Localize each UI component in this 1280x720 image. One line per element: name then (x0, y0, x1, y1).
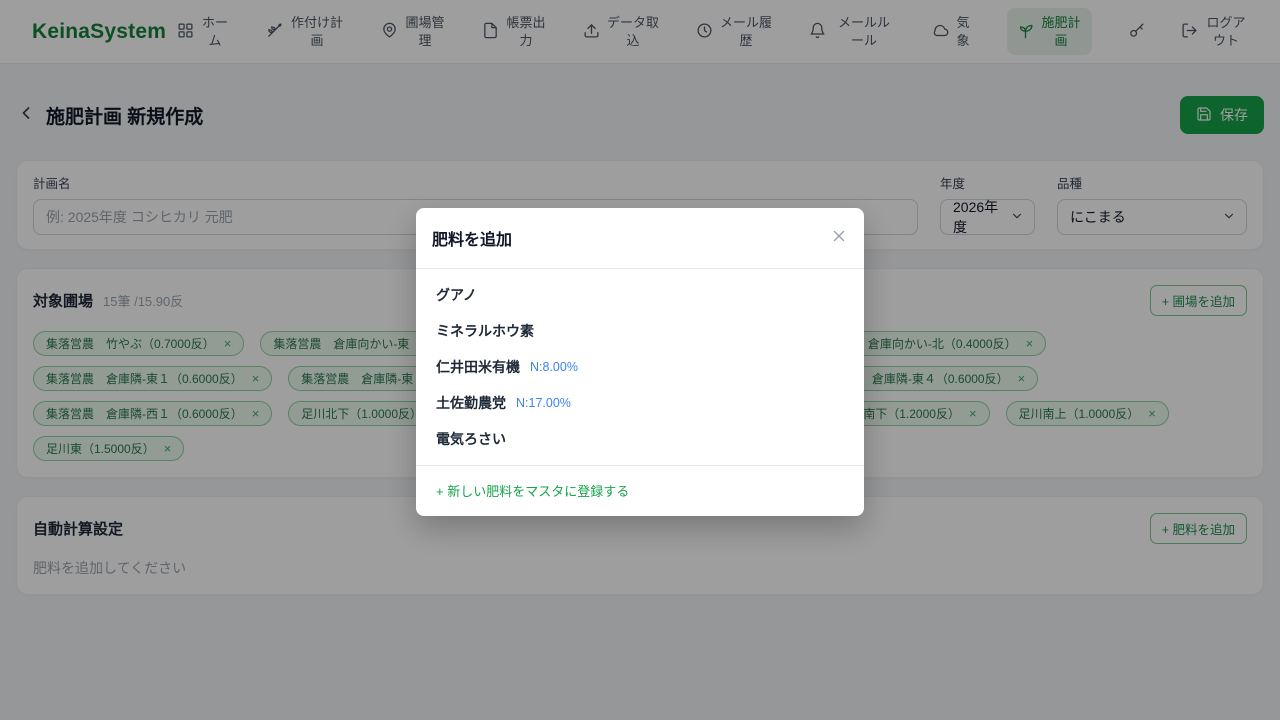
fertilizer-item[interactable]: 電気ろさい (416, 421, 864, 457)
fertilizer-n-value: N:17.00% (516, 396, 571, 410)
fertilizer-list: グアノ ミネラルホウ素 仁井田米有機 N:8.00% 土佐勤農党 N:17.00… (416, 269, 864, 465)
modal-header: 肥料を追加 (416, 208, 864, 269)
fertilizer-item[interactable]: 土佐勤農党 N:17.00% (416, 385, 864, 421)
fertilizer-name: グアノ (436, 285, 477, 305)
close-icon (830, 227, 848, 250)
fertilizer-name: 土佐勤農党 (436, 393, 506, 413)
fertilizer-name: 仁井田米有機 (436, 357, 520, 377)
fertilizer-item[interactable]: 仁井田米有機 N:8.00% (416, 349, 864, 385)
register-new-fertilizer-link[interactable]: + 新しい肥料をマスタに登録する (436, 484, 629, 499)
fertilizer-n-value: N:8.00% (530, 360, 578, 374)
fertilizer-name: ミネラルホウ素 (436, 321, 534, 341)
close-button[interactable] (830, 227, 848, 250)
modal-footer: + 新しい肥料をマスタに登録する (416, 465, 864, 516)
fertilizer-name: 電気ろさい (436, 429, 506, 449)
fertilizer-item[interactable]: ミネラルホウ素 (416, 313, 864, 349)
modal-title: 肥料を追加 (432, 226, 512, 250)
fertilizer-item[interactable]: グアノ (416, 277, 864, 313)
add-fertilizer-modal: 肥料を追加 グアノ ミネラルホウ素 仁井田米有機 N:8.00% 土佐勤農党 N… (416, 208, 864, 516)
